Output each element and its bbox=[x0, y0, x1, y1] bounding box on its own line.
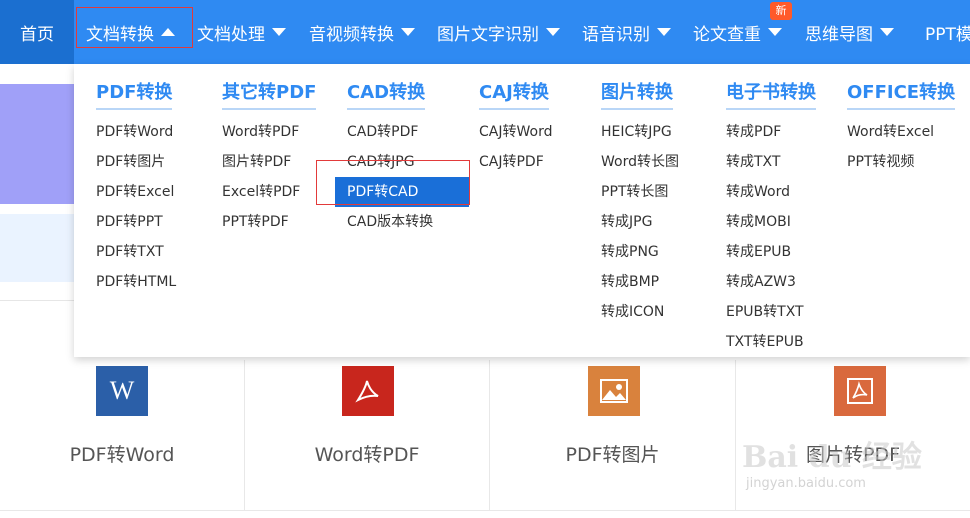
caret-down-icon bbox=[880, 28, 894, 36]
tool-label: Word转PDF bbox=[314, 444, 420, 466]
nav-plagiarism[interactable]: 论文查重 bbox=[693, 0, 782, 64]
menu-item[interactable]: 转成MOBI bbox=[726, 207, 816, 237]
caret-up-icon bbox=[161, 28, 175, 36]
nav-doc-process[interactable]: 文档处理 bbox=[197, 0, 286, 64]
menu-item[interactable]: Excel转PDF bbox=[222, 177, 316, 207]
nav-label: 文档处理 bbox=[197, 24, 265, 45]
menu-item[interactable]: CAJ转PDF bbox=[479, 147, 552, 177]
menu-item[interactable]: 转成Word bbox=[726, 177, 816, 207]
menu-column-pdf: PDF转换 PDF转Word PDF转图片 PDF转Excel PDF转PPT … bbox=[96, 78, 176, 297]
menu-item[interactable]: 转成PNG bbox=[601, 237, 679, 267]
column-title: 其它转PDF bbox=[222, 78, 317, 110]
nav-label: 首页 bbox=[20, 24, 54, 45]
menu-column-other-to-pdf: 其它转PDF Word转PDF 图片转PDF Excel转PDF PPT转PDF bbox=[222, 78, 317, 237]
tool-card-pdf-to-image[interactable]: PDF转图片 bbox=[490, 360, 736, 510]
menu-item[interactable]: PPT转长图 bbox=[601, 177, 679, 207]
menu-item[interactable]: PDF转PPT bbox=[96, 207, 176, 237]
caret-down-icon bbox=[401, 28, 415, 36]
caret-down-icon bbox=[657, 28, 671, 36]
top-nav: 首页 文档转换 文档处理 音视频转换 图片文字识别 语音识别 论文查重 思维导图… bbox=[0, 0, 970, 64]
menu-item[interactable]: 转成JPG bbox=[601, 207, 679, 237]
acrobat-icon bbox=[847, 378, 873, 404]
menu-item[interactable]: CAD转PDF bbox=[347, 117, 469, 147]
menu-item[interactable]: PDF转图片 bbox=[96, 147, 176, 177]
menu-column-ebook: 电子书转换 转成PDF 转成TXT 转成Word 转成MOBI 转成EPUB 转… bbox=[726, 78, 816, 357]
column-title: CAJ转换 bbox=[479, 78, 549, 110]
menu-item[interactable]: Word转Excel bbox=[847, 117, 955, 147]
tool-card-pdf-to-word[interactable]: W PDF转Word bbox=[0, 360, 245, 510]
pdf-icon bbox=[834, 366, 886, 416]
menu-item[interactable]: Word转PDF bbox=[222, 117, 316, 147]
pdf-icon bbox=[342, 366, 394, 416]
menu-item[interactable]: EPUB转TXT bbox=[726, 297, 816, 327]
menu-item[interactable]: 转成ICON bbox=[601, 297, 679, 327]
menu-item[interactable]: 转成TXT bbox=[726, 147, 816, 177]
column-title: OFFICE转换 bbox=[847, 78, 956, 110]
image-icon bbox=[588, 366, 640, 416]
picture-icon bbox=[600, 379, 628, 403]
column-title: 电子书转换 bbox=[726, 78, 816, 110]
convert-dropdown: PDF转换 PDF转Word PDF转图片 PDF转Excel PDF转PPT … bbox=[74, 64, 970, 357]
nav-label: 音视频转换 bbox=[309, 24, 394, 45]
watermark-logo: Bai du 经验 bbox=[742, 440, 922, 475]
watermark-url: jingyan.baidu.com bbox=[746, 476, 866, 491]
nav-av-convert[interactable]: 音视频转换 bbox=[309, 0, 415, 64]
menu-item[interactable]: Word转长图 bbox=[601, 147, 679, 177]
menu-item[interactable]: PDF转TXT bbox=[96, 237, 176, 267]
nav-label: PPT模 bbox=[925, 24, 970, 45]
menu-item[interactable]: 转成EPUB bbox=[726, 237, 816, 267]
menu-item[interactable]: 转成PDF bbox=[726, 117, 816, 147]
menu-item-pdf-to-cad[interactable]: PDF转CAD bbox=[335, 177, 469, 207]
menu-column-image: 图片转换 HEIC转JPG Word转长图 PPT转长图 转成JPG 转成PNG… bbox=[601, 78, 679, 327]
tool-label: PDF转Word bbox=[69, 444, 175, 466]
nav-ppt[interactable]: PPT模 bbox=[925, 0, 970, 64]
menu-item[interactable]: CAD版本转换 bbox=[347, 207, 469, 237]
nav-label: 文档转换 bbox=[86, 24, 154, 45]
watermark: Bai du 经验 jingyan.baidu.com bbox=[742, 432, 942, 502]
nav-label: 论文查重 bbox=[693, 24, 761, 45]
menu-item[interactable]: 转成BMP bbox=[601, 267, 679, 297]
menu-item[interactable]: PPT转PDF bbox=[222, 207, 316, 237]
nav-speech[interactable]: 语音识别 bbox=[582, 0, 671, 64]
menu-item[interactable]: PDF转Excel bbox=[96, 177, 176, 207]
tool-label: PDF转图片 bbox=[565, 444, 660, 466]
word-icon-letter: W bbox=[109, 376, 135, 405]
menu-item[interactable]: PDF转Word bbox=[96, 117, 176, 147]
menu-column-caj: CAJ转换 CAJ转Word CAJ转PDF bbox=[479, 78, 552, 177]
nav-label: 图片文字识别 bbox=[437, 24, 539, 45]
banner-strip bbox=[0, 214, 74, 282]
caret-down-icon bbox=[546, 28, 560, 36]
nav-label: 语音识别 bbox=[582, 24, 650, 45]
column-title: CAD转换 bbox=[347, 78, 426, 110]
divider bbox=[0, 300, 74, 301]
nav-label: 思维导图 bbox=[805, 24, 873, 45]
column-title: 图片转换 bbox=[601, 78, 673, 110]
menu-item[interactable]: CAD转JPG bbox=[347, 147, 469, 177]
new-badge: 新 bbox=[770, 2, 792, 20]
menu-item[interactable]: PPT转视频 bbox=[847, 147, 955, 177]
menu-column-cad: CAD转换 CAD转PDF CAD转JPG PDF转CAD CAD版本转换 bbox=[335, 78, 469, 237]
nav-home[interactable]: 首页 bbox=[0, 0, 74, 64]
menu-item[interactable]: HEIC转JPG bbox=[601, 117, 679, 147]
tool-card-word-to-pdf[interactable]: Word转PDF bbox=[245, 360, 490, 510]
caret-down-icon bbox=[272, 28, 286, 36]
caret-down-icon bbox=[768, 28, 782, 36]
nav-ocr[interactable]: 图片文字识别 bbox=[437, 0, 560, 64]
banner-image bbox=[0, 84, 74, 204]
menu-column-office: OFFICE转换 Word转Excel PPT转视频 bbox=[847, 78, 956, 177]
column-title: PDF转换 bbox=[96, 78, 173, 110]
acrobat-icon bbox=[355, 380, 379, 403]
menu-item[interactable]: 转成AZW3 bbox=[726, 267, 816, 297]
divider bbox=[0, 510, 970, 511]
menu-item[interactable]: 图片转PDF bbox=[222, 147, 316, 177]
nav-doc-convert[interactable]: 文档转换 bbox=[86, 0, 175, 64]
menu-item[interactable]: PDF转HTML bbox=[96, 267, 176, 297]
nav-mindmap[interactable]: 思维导图 bbox=[805, 0, 894, 64]
word-icon: W bbox=[96, 366, 148, 416]
menu-item[interactable]: CAJ转Word bbox=[479, 117, 552, 147]
menu-item[interactable]: TXT转EPUB bbox=[726, 327, 816, 357]
